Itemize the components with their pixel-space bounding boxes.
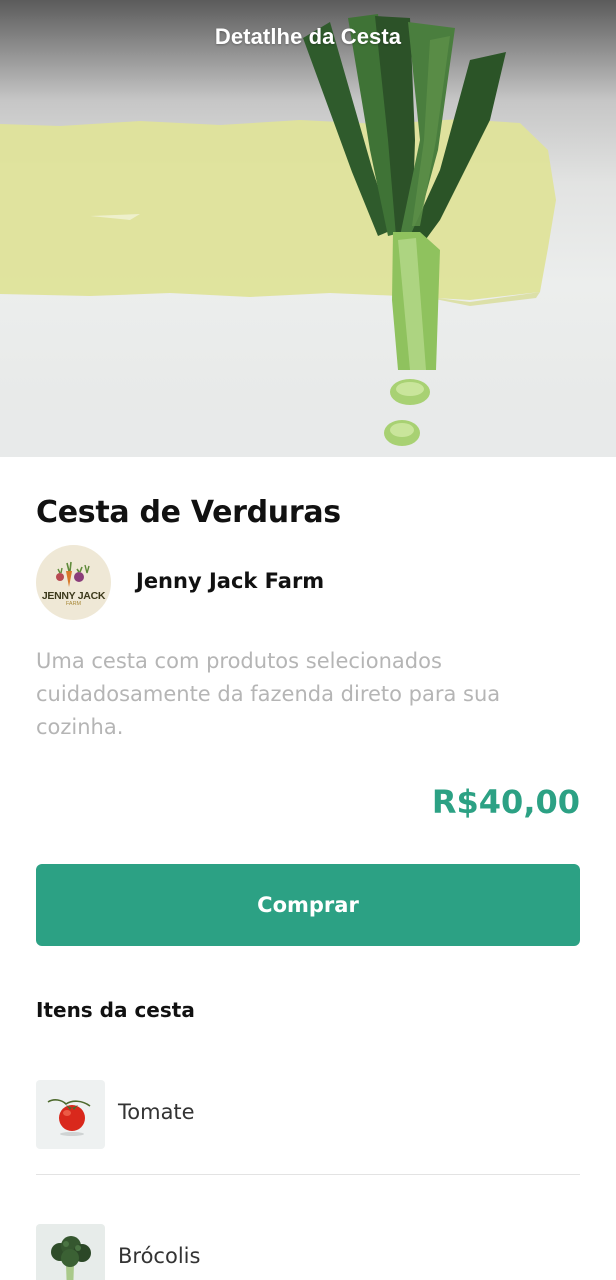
tomato-image [36, 1080, 105, 1149]
basket-detail-screen: Detatlhe da Cesta Cesta de Verduras JENN… [0, 0, 616, 1280]
farm-logo-subtext: FARM [65, 601, 82, 607]
list-item[interactable]: Tomate [36, 1080, 580, 1150]
leek-illustration [0, 14, 616, 457]
basket-description: Uma cesta com produtos selecionados cuid… [36, 649, 501, 739]
list-item[interactable]: Brócolis [36, 1224, 580, 1280]
hero-image: Detatlhe da Cesta [0, 0, 616, 457]
buy-button[interactable]: Comprar [36, 864, 580, 946]
farm-logo-vegetables-icon [56, 561, 90, 587]
farm-name[interactable]: Jenny Jack Farm [136, 569, 324, 593]
basket-price: R$40,00 [431, 783, 580, 821]
farm-logo: JENNY JACK FARM [36, 545, 111, 620]
item-divider [36, 1174, 580, 1175]
item-name: Brócolis [118, 1244, 201, 1268]
item-name: Tomate [118, 1100, 195, 1124]
screen-title: Detatlhe da Cesta [214, 24, 402, 49]
items-section-heading: Itens da cesta [36, 998, 195, 1022]
farm-info[interactable]: JENNY JACK FARM Jenny Jack Farm [36, 545, 580, 621]
broccoli-image [36, 1224, 105, 1280]
basket-title: Cesta de Verduras [36, 495, 341, 530]
